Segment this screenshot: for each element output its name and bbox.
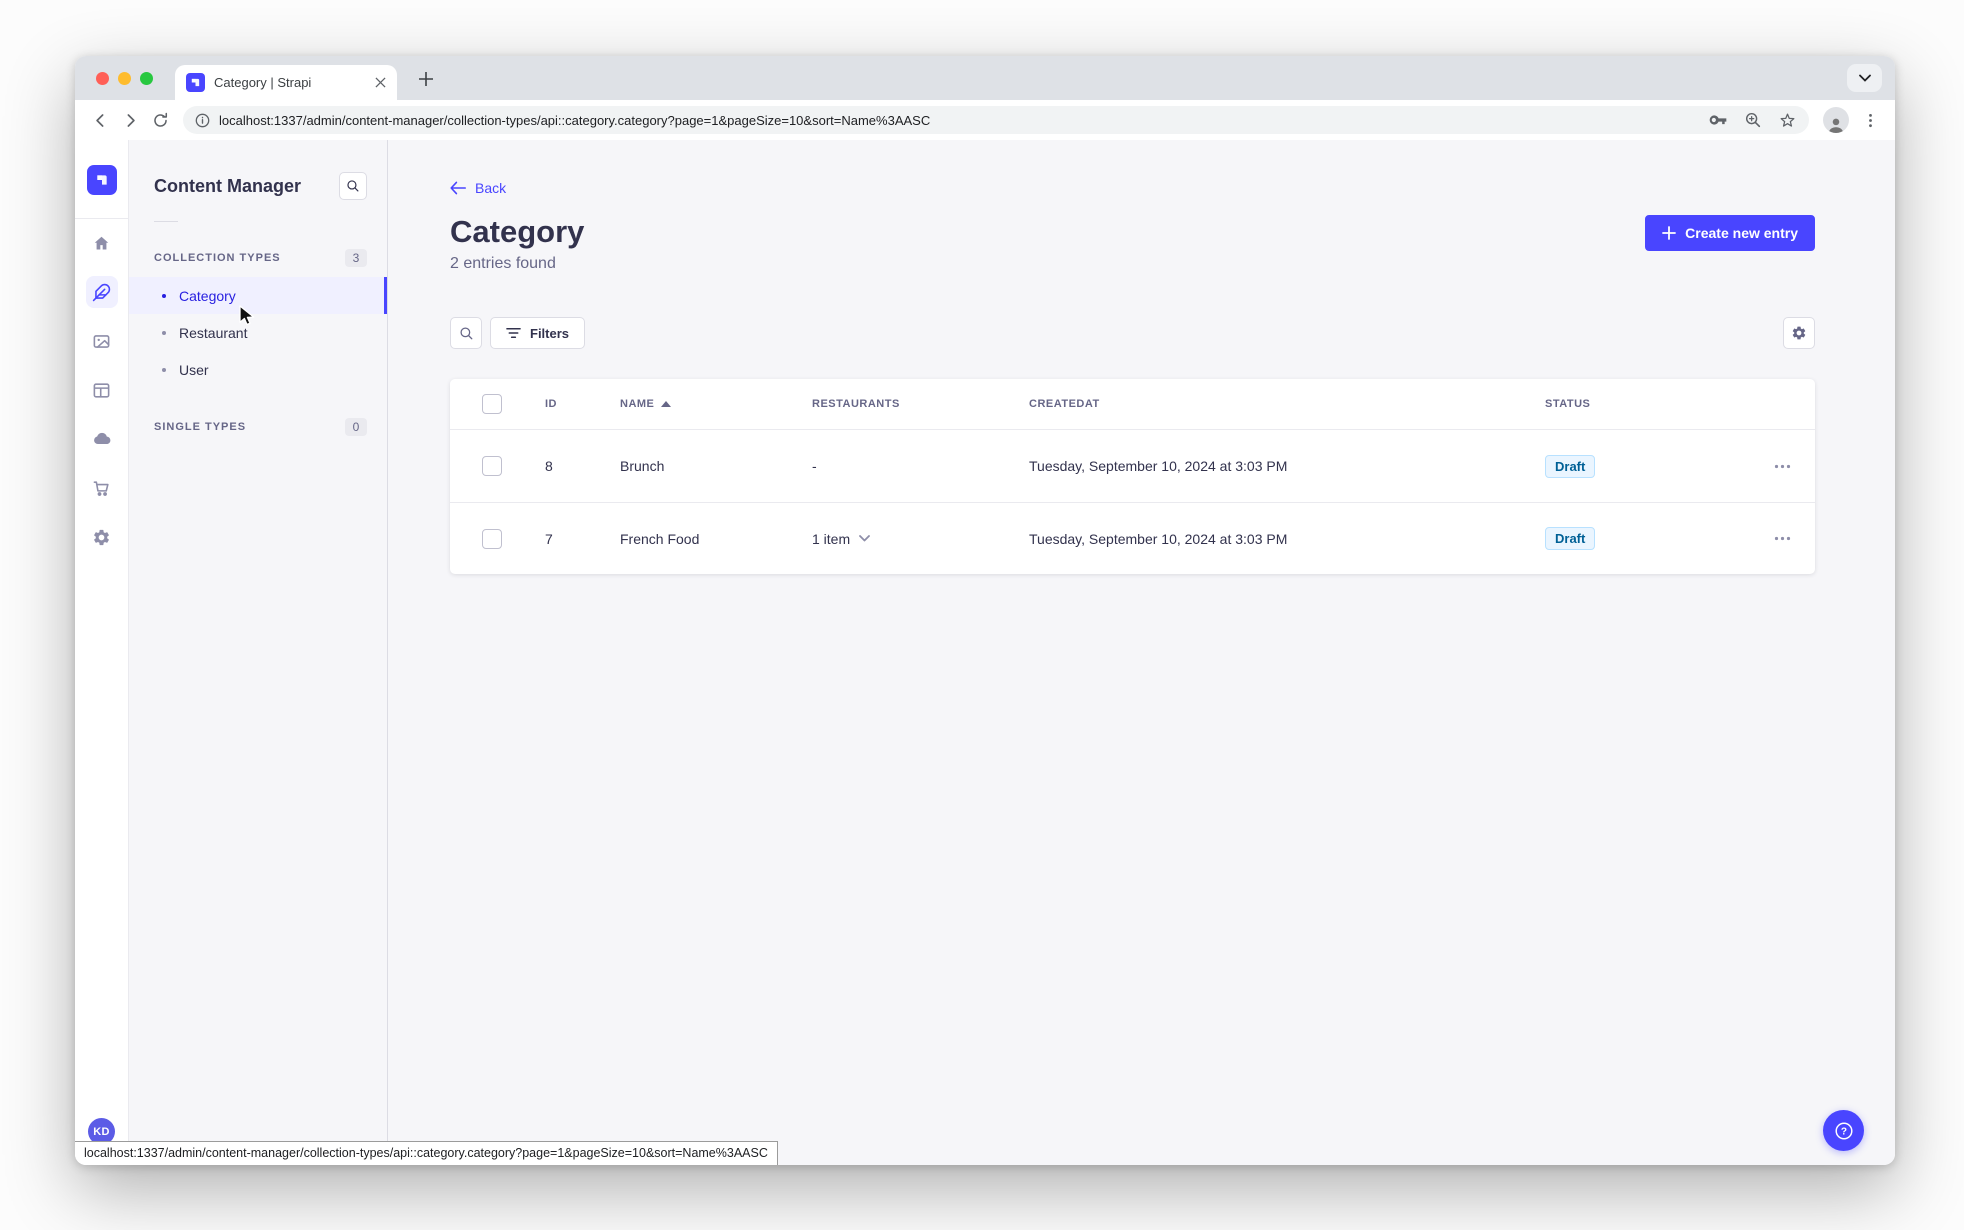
close-window-button[interactable] <box>96 72 109 85</box>
subnav-item-label: Restaurant <box>179 324 248 341</box>
profile-avatar-icon[interactable] <box>1823 107 1849 133</box>
cell-name: Brunch <box>620 458 665 475</box>
home-icon[interactable] <box>86 227 118 259</box>
browser-tab-strip: Category | Strapi <box>75 56 1895 100</box>
chevron-down-icon <box>859 535 871 542</box>
single-types-count-badge: 0 <box>345 418 367 436</box>
cloud-icon[interactable] <box>86 423 118 455</box>
subnav-item-restaurant[interactable]: Restaurant <box>129 314 387 351</box>
table-header-row: ID NAME RESTAURANTS CREATEDAT STATUS <box>450 379 1815 431</box>
window-controls <box>96 72 153 85</box>
cell-id: 8 <box>545 458 553 475</box>
subnav-divider <box>154 221 178 222</box>
entries-table: ID NAME RESTAURANTS CREATEDAT STATUS 8 B… <box>450 379 1815 575</box>
new-tab-button[interactable] <box>411 64 441 94</box>
tab-close-icon[interactable] <box>371 74 389 92</box>
info-icon[interactable] <box>195 113 210 128</box>
svg-text:?: ? <box>1840 1126 1846 1137</box>
single-types-section: SINGLE TYPES 0 <box>129 418 387 436</box>
arrow-left-icon <box>450 181 466 195</box>
menu-dots-icon[interactable] <box>1855 105 1885 135</box>
password-key-icon[interactable] <box>1708 110 1728 130</box>
browser-toolbar: localhost:1337/admin/content-manager/col… <box>75 100 1895 140</box>
subnav-search-button[interactable] <box>339 172 367 200</box>
subnav-title: Content Manager <box>154 175 302 196</box>
settings-gear-icon[interactable] <box>86 521 118 553</box>
minimize-window-button[interactable] <box>118 72 131 85</box>
main-content: Back Category 2 entries found Create new… <box>388 140 1895 1165</box>
table-row[interactable]: 7 French Food 1 item Tuesday, September … <box>450 502 1815 574</box>
strapi-logo[interactable] <box>86 165 117 195</box>
cell-id: 7 <box>545 530 553 547</box>
plus-icon <box>1662 226 1677 240</box>
browser-window: Category | Strapi localhost:1337/admin/c… <box>75 56 1895 1165</box>
status-bar-url: localhost:1337/admin/content-manager/col… <box>75 1141 778 1165</box>
url-bar[interactable]: localhost:1337/admin/content-manager/col… <box>183 106 1809 134</box>
subnav-item-category[interactable]: Category <box>129 277 387 314</box>
bullet-icon <box>162 367 166 372</box>
row-checkbox[interactable] <box>482 456 502 477</box>
single-types-label: SINGLE TYPES <box>154 421 247 433</box>
cell-restaurants[interactable]: 1 item <box>812 531 1029 547</box>
filters-button[interactable]: Filters <box>490 317 586 350</box>
help-button[interactable]: ? <box>1823 1110 1864 1151</box>
column-header-name[interactable]: NAME <box>620 398 812 410</box>
media-library-icon[interactable] <box>86 325 118 357</box>
cell-createdat: Tuesday, September 10, 2024 at 3:03 PM <box>1029 530 1288 547</box>
tab-search-chevron-icon[interactable] <box>1847 64 1882 92</box>
reload-icon[interactable] <box>145 105 175 135</box>
more-dots-icon <box>1774 536 1791 541</box>
view-settings-gear-button[interactable] <box>1783 317 1815 350</box>
column-header-id[interactable]: ID <box>545 398 620 410</box>
cell-restaurants: - <box>812 458 817 475</box>
rail-divider <box>75 218 128 219</box>
fullscreen-window-button[interactable] <box>140 72 153 85</box>
back-icon[interactable] <box>85 105 115 135</box>
table-row[interactable]: 8 Brunch - Tuesday, September 10, 2024 a… <box>450 430 1815 502</box>
zoom-in-icon[interactable] <box>1744 111 1762 129</box>
row-actions-menu[interactable] <box>1743 464 1791 469</box>
url-text[interactable]: localhost:1337/admin/content-manager/col… <box>219 113 1696 128</box>
status-badge: Draft <box>1545 454 1596 478</box>
collection-types-section: COLLECTION TYPES 3 <box>129 249 387 267</box>
bullet-icon <box>162 330 166 335</box>
entries-count: 2 entries found <box>450 255 556 273</box>
page-title: Category <box>450 214 585 249</box>
collection-types-label: COLLECTION TYPES <box>154 252 281 264</box>
bullet-icon <box>162 293 166 298</box>
column-header-createdat[interactable]: CREATEDAT <box>1029 398 1545 410</box>
marketplace-cart-icon[interactable] <box>86 472 118 504</box>
status-badge: Draft <box>1545 527 1596 551</box>
filter-icon <box>506 328 521 339</box>
subnav-item-label: User <box>179 361 209 378</box>
sort-ascending-icon <box>661 401 672 408</box>
browser-tab[interactable]: Category | Strapi <box>175 65 397 100</box>
question-mark-icon: ? <box>1834 1121 1853 1140</box>
tab-title: Category | Strapi <box>214 75 312 90</box>
table-search-button[interactable] <box>450 317 482 350</box>
bookmark-star-icon[interactable] <box>1778 111 1797 130</box>
row-actions-menu[interactable] <box>1743 536 1791 541</box>
content-manager-feather-icon[interactable] <box>85 276 118 308</box>
strapi-app: KD Content Manager COLLECTION TYPES 3 Ca… <box>75 140 1895 1165</box>
subnav-item-label: Category <box>179 287 236 304</box>
subnav-item-user[interactable]: User <box>129 351 387 388</box>
row-checkbox[interactable] <box>482 528 502 549</box>
strapi-favicon-icon <box>186 73 205 92</box>
back-link[interactable]: Back <box>450 180 506 196</box>
column-header-status[interactable]: STATUS <box>1545 398 1743 410</box>
select-all-checkbox[interactable] <box>482 394 502 415</box>
forward-icon[interactable] <box>115 105 145 135</box>
collection-types-count-badge: 3 <box>345 249 367 267</box>
main-nav-rail: KD <box>75 140 129 1165</box>
content-type-builder-icon[interactable] <box>86 374 118 406</box>
cell-name: French Food <box>620 530 700 547</box>
create-new-entry-button[interactable]: Create new entry <box>1645 215 1815 251</box>
content-manager-subnav: Content Manager COLLECTION TYPES 3 Categ… <box>129 140 388 1165</box>
column-header-restaurants[interactable]: RESTAURANTS <box>812 398 1029 410</box>
more-dots-icon <box>1774 464 1791 468</box>
cell-createdat: Tuesday, September 10, 2024 at 3:03 PM <box>1029 458 1288 475</box>
